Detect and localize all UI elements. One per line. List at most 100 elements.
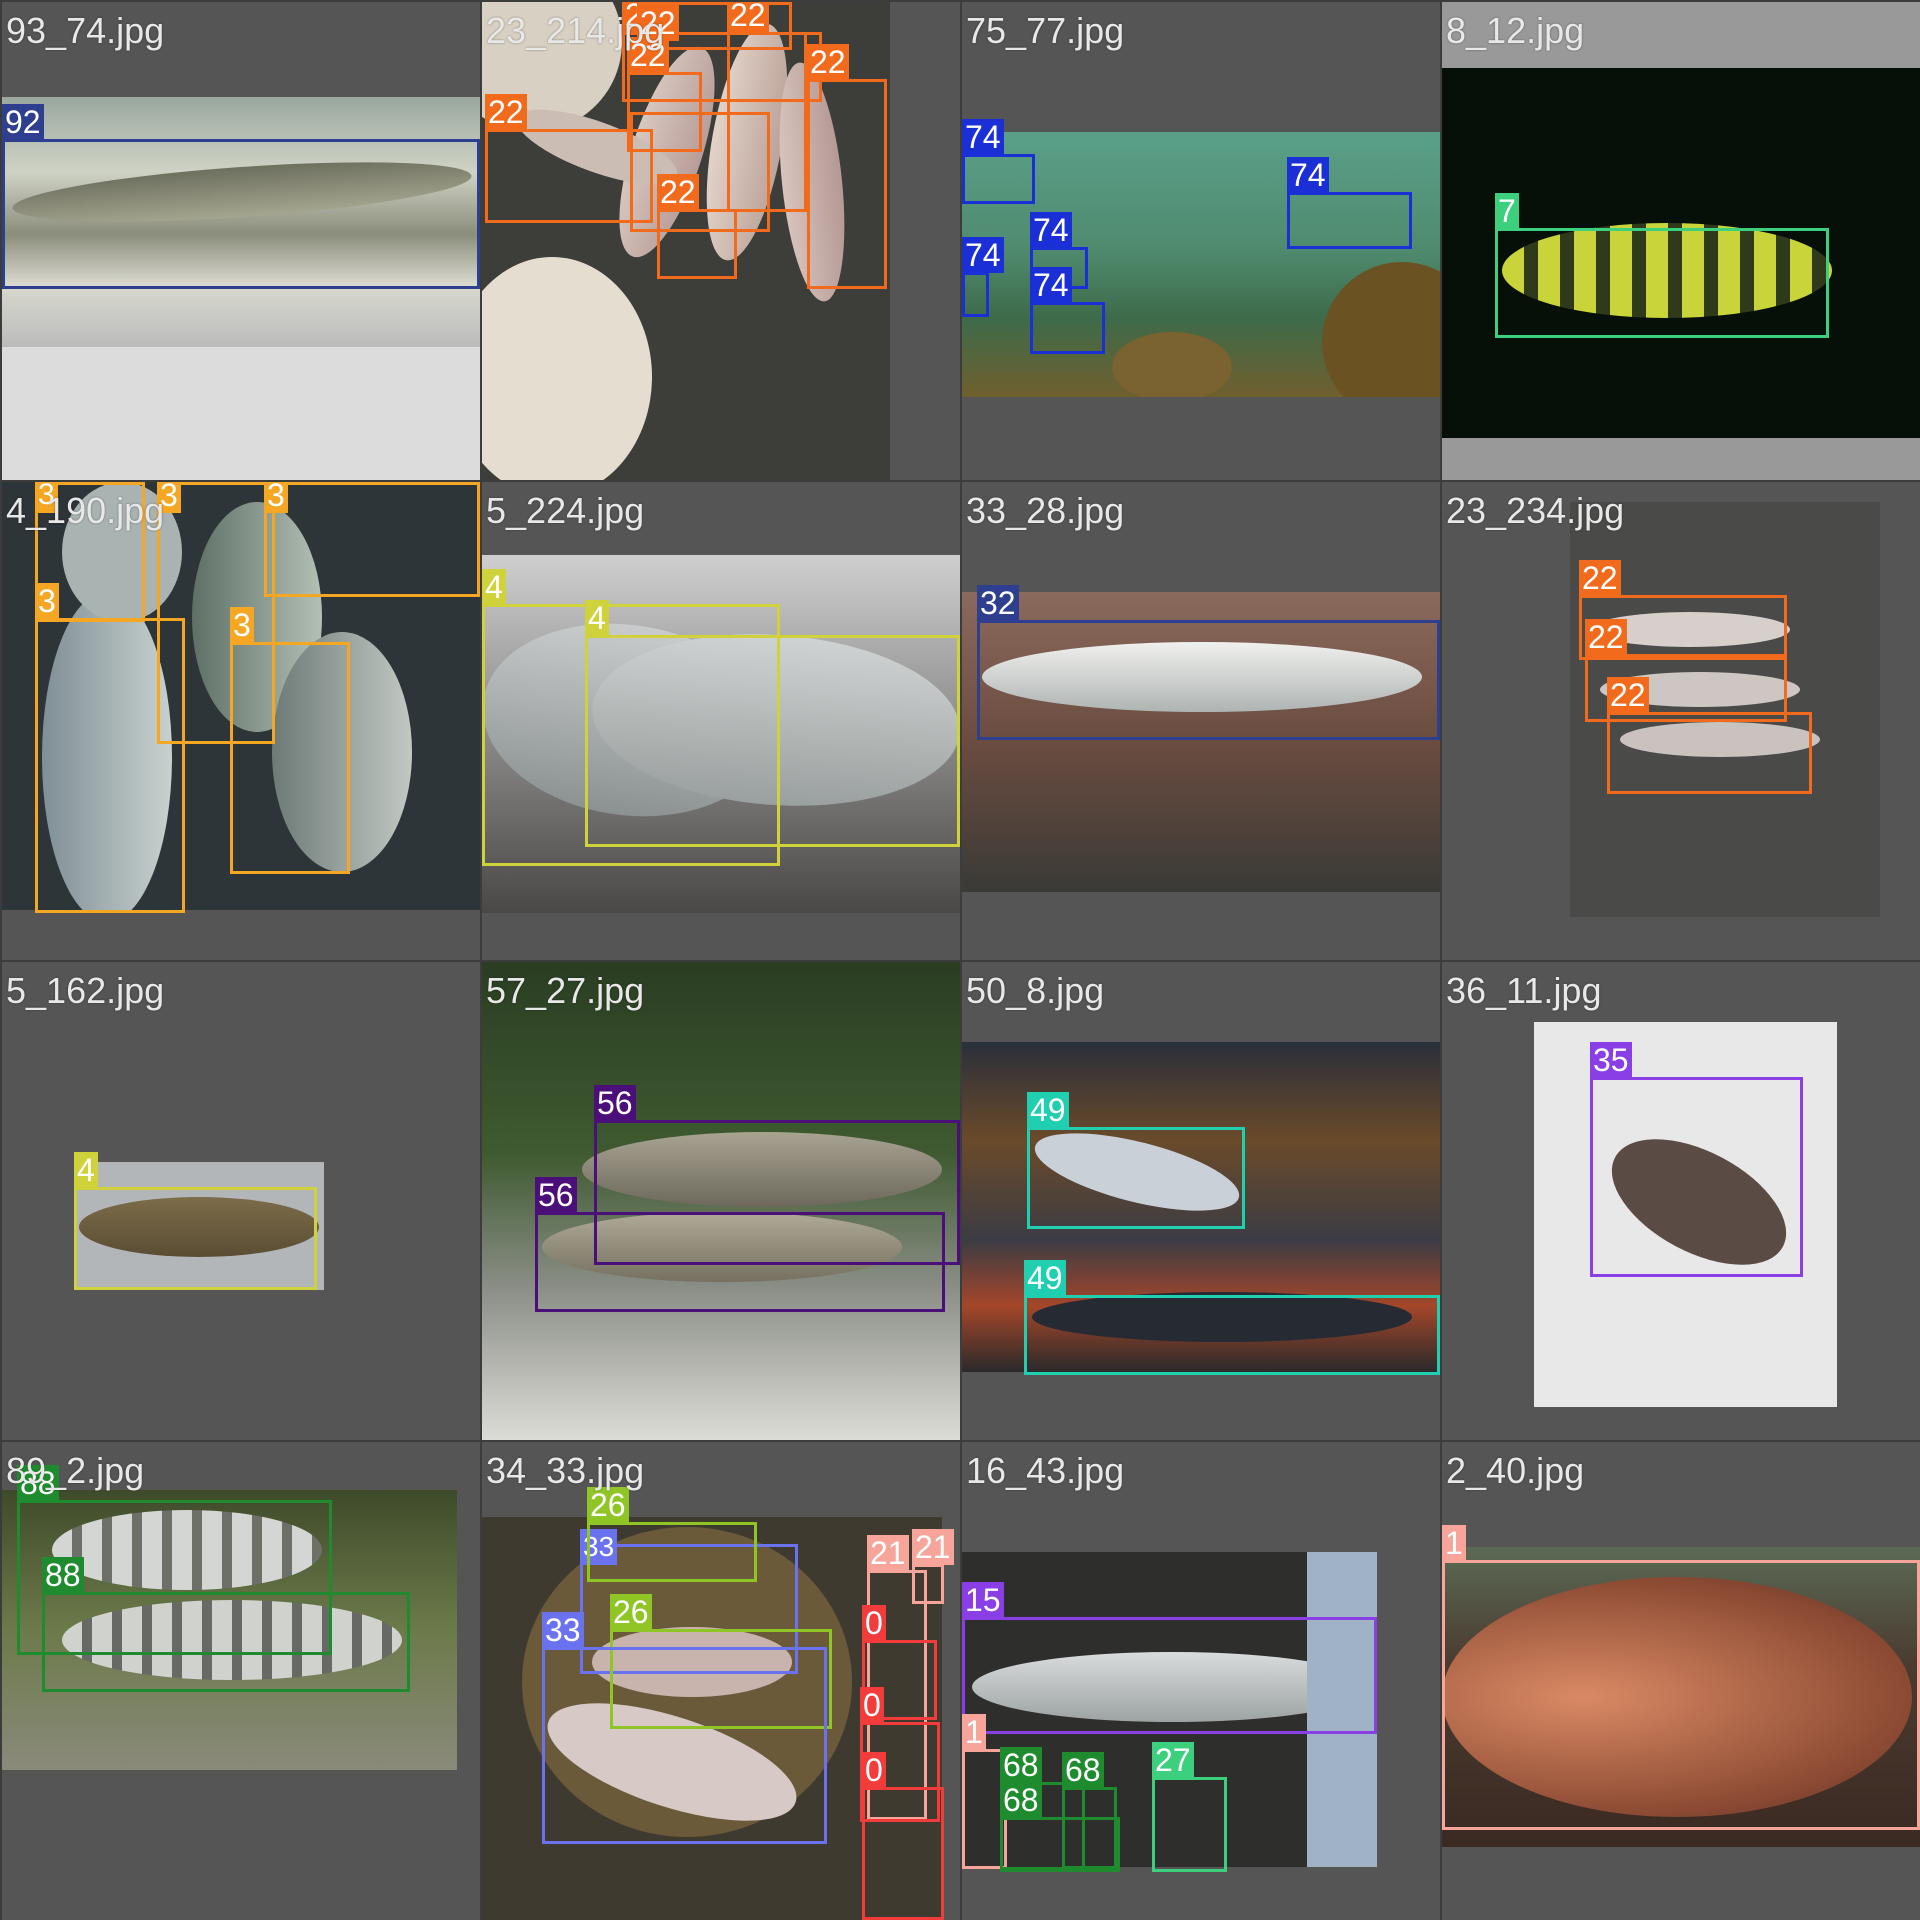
bbox-label: 3 (35, 583, 59, 619)
bbox[interactable]: 74 (1287, 157, 1412, 249)
bbox[interactable]: 22 (807, 44, 887, 289)
filename: 2_40.jpg (1446, 1450, 1585, 1491)
filename: 5_162.jpg (6, 970, 165, 1011)
rock (1112, 332, 1232, 397)
tile-89_2: 89_2.jpg 88 88 (2, 1442, 480, 1920)
image-grid: 93_74.jpg 92 23_214.jpg 22 22 22 22 22 2… (0, 0, 1920, 1920)
filename: 5_224.jpg (486, 490, 645, 531)
photo-bottom (2, 347, 480, 480)
filename: 4_190.jpg (6, 490, 165, 531)
filename: 75_77.jpg (966, 10, 1125, 51)
bbox[interactable]: 88 (42, 1557, 410, 1692)
bbox[interactable]: 33 (542, 1612, 827, 1844)
bbox[interactable]: 26 (587, 1487, 757, 1582)
tile-8_12: 8_12.jpg 7 (1442, 2, 1920, 480)
bbox-label: 26 (587, 1487, 629, 1523)
bbox[interactable]: 49 (1024, 1260, 1440, 1375)
bbox[interactable]: 4 (585, 600, 960, 847)
filename: 34_33.jpg (486, 1450, 645, 1491)
filename: 33_28.jpg (966, 490, 1125, 531)
bbox[interactable]: 3 (35, 583, 185, 913)
bbox-label: 15 (962, 1582, 1004, 1618)
bbox[interactable]: 22 (657, 174, 737, 279)
bbox[interactable]: 0 (862, 1752, 944, 1920)
bbox-label: 21 (867, 1535, 909, 1571)
bbox[interactable]: 7 (1495, 193, 1829, 338)
tile-2_40: 2_40.jpg 1 (1442, 1442, 1920, 1920)
bbox[interactable]: 56 (535, 1177, 945, 1312)
filename: 50_8.jpg (966, 970, 1105, 1011)
rock (1322, 262, 1440, 397)
bbox-label: 74 (962, 119, 1004, 155)
bbox-label: 22 (727, 2, 769, 33)
bbox-label: 68 (1000, 1747, 1042, 1783)
bbox-label: 3 (264, 482, 288, 513)
tile-57_27: 57_27.jpg 56 56 (482, 962, 960, 1440)
bbox-label: 33 (542, 1612, 584, 1648)
bbox-label: 49 (1024, 1260, 1066, 1296)
bbox-label: 26 (610, 1594, 652, 1630)
bbox-label: 68 (1062, 1752, 1104, 1788)
bbox[interactable]: 4 (74, 1152, 317, 1290)
tile-23_234: 23_234.jpg 22 22 22 (1442, 482, 1920, 960)
bbox-label: 7 (1495, 193, 1519, 229)
bbox-label: 3 (230, 607, 254, 643)
bbox[interactable]: 15 (962, 1582, 1377, 1734)
bbox-label: 4 (585, 600, 609, 636)
tile-5_162: 5_162.jpg 4 (2, 962, 480, 1440)
bbox-label: 22 (1607, 677, 1649, 713)
bbox-label: 0 (862, 1752, 886, 1788)
bbox-label: 22 (1579, 560, 1621, 596)
bbox-label: 74 (1287, 157, 1329, 193)
bbox-label: 1 (962, 1714, 986, 1750)
tile-34_33: 34_33.jpg 33 26 26 33 21 21 0 0 0 (482, 1442, 960, 1920)
bbox-label: 0 (862, 1605, 886, 1641)
bbox-label: 56 (594, 1085, 636, 1121)
bbox-label: 21 (912, 1529, 954, 1565)
bbox-label: 88 (42, 1557, 84, 1593)
bbox-label: 22 (485, 94, 527, 130)
tile-23_214: 23_214.jpg 22 22 22 22 22 22 22 22 (482, 2, 960, 480)
filename: 8_12.jpg (1446, 10, 1585, 51)
bbox-label: 1 (1442, 1525, 1466, 1561)
bbox[interactable]: 74 (1030, 267, 1105, 354)
bbox[interactable]: 3 (230, 607, 350, 874)
bbox-label: 68 (1000, 1782, 1042, 1818)
bbox[interactable]: 1 (1442, 1525, 1920, 1830)
bbox[interactable]: 74 (962, 237, 1004, 317)
bbox-label: 0 (860, 1687, 884, 1723)
tile-4_190: 4_190.jpg 3 3 3 3 3 (2, 482, 480, 960)
bbox-label: 74 (962, 237, 1004, 273)
bbox-label: 27 (1152, 1742, 1194, 1778)
bbox[interactable]: 32 (977, 585, 1440, 740)
bbox[interactable]: 74 (962, 119, 1035, 204)
filename: 89_2.jpg (6, 1450, 145, 1491)
bbox[interactable]: 92 (2, 104, 480, 289)
bbox[interactable]: 3 (264, 482, 480, 597)
filename: 93_74.jpg (6, 10, 165, 51)
filename: 23_214.jpg (486, 10, 665, 51)
bbox-label: 4 (74, 1152, 98, 1188)
bbox-label: 92 (2, 104, 44, 140)
photo-bottom (2, 910, 480, 960)
bbox-label: 22 (657, 174, 699, 210)
bbox[interactable]: 22 (1607, 677, 1812, 794)
bbox[interactable]: 68 (1000, 1782, 1120, 1872)
tile-33_28: 33_28.jpg 32 (962, 482, 1440, 960)
tile-16_43: 16_43.jpg 15 1 68 68 68 27 (962, 1442, 1440, 1920)
tile-5_224: 5_224.jpg 4 4 (482, 482, 960, 960)
tile-75_77: 75_77.jpg 74 74 74 74 74 (962, 2, 1440, 480)
bbox-label: 74 (1030, 212, 1072, 248)
filename: 16_43.jpg (966, 1450, 1125, 1491)
bbox[interactable]: 27 (1152, 1742, 1227, 1872)
filename: 57_27.jpg (486, 970, 645, 1011)
tile-36_11: 36_11.jpg 35 (1442, 962, 1920, 1440)
filename: 36_11.jpg (1446, 970, 1602, 1011)
bbox-label: 74 (1030, 267, 1072, 303)
bbox[interactable]: 49 (1027, 1092, 1245, 1229)
bbox-label: 35 (1590, 1042, 1632, 1078)
bbox[interactable]: 35 (1590, 1042, 1803, 1277)
bbox-label: 56 (535, 1177, 577, 1213)
bbox-label: 22 (1585, 619, 1627, 655)
bbox[interactable]: 21 (912, 1529, 954, 1604)
